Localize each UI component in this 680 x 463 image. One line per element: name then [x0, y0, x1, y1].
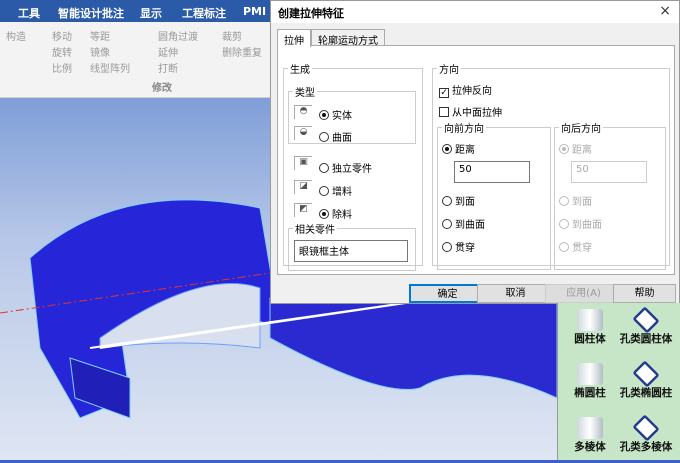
trim-button[interactable]: 裁剪	[222, 28, 242, 43]
modify-group-label: 修改	[152, 83, 172, 94]
forward-legend: 向前方向	[444, 124, 484, 135]
solid-icon: ◓	[294, 105, 312, 119]
menu-annotation[interactable]: 智能设计批注	[58, 5, 124, 21]
forward-distance-input[interactable]: 50	[454, 161, 530, 183]
independent-part-radio[interactable]: 独立零件	[319, 160, 372, 175]
cylinder-icon	[577, 309, 603, 331]
direction-legend: 方向	[439, 65, 459, 76]
surface-radio[interactable]: 曲面	[319, 129, 352, 144]
menu-engineering[interactable]: 工程标注	[182, 5, 226, 21]
forward-through-radio[interactable]: 贯穿	[442, 239, 475, 254]
related-part-group: 相关零件 眼镜框主体	[288, 221, 416, 271]
primitive-panel: 圆柱体 孔类圆柱体 椭圆柱 孔类椭圆柱 多棱体 孔类多棱体	[557, 303, 680, 460]
hole-cylinder-label: 孔类圆柱体	[619, 333, 673, 345]
add-material-icon: ◪	[294, 180, 312, 194]
solid-radio[interactable]: 实体	[319, 107, 352, 122]
backward-to-surface-radio[interactable]: 到曲面	[559, 216, 602, 231]
remove-material-radio[interactable]: 除料	[319, 206, 352, 221]
construct-button[interactable]: 构造	[6, 28, 26, 43]
backward-distance-input[interactable]: 50	[571, 161, 647, 183]
solid-label: 实体	[332, 111, 352, 122]
break-button[interactable]: 打断	[158, 60, 178, 75]
forward-to-surface-label: 到曲面	[455, 220, 485, 231]
reverse-label: 拉伸反向	[452, 86, 492, 97]
remove-material-icon: ◩	[294, 203, 312, 217]
prism-item[interactable]: 多棱体	[562, 417, 618, 454]
extrude-feature-dialog: 创建拉伸特征 × 拉伸 轮廓运动方式 生成 类型 ◓ 实体 ◒ 曲面 ▣ 独立零件…	[270, 0, 680, 304]
backward-legend: 向后方向	[561, 124, 601, 135]
dialog-title-text: 创建拉伸特征	[278, 7, 344, 20]
backward-distance-radio[interactable]: 距离	[559, 141, 592, 156]
reverse-checkbox[interactable]: ✓ 拉伸反向	[439, 82, 492, 98]
hole-elliptic-icon	[632, 360, 660, 388]
scale-button[interactable]: 比例	[52, 60, 72, 75]
add-material-radio[interactable]: 增料	[319, 183, 352, 198]
mid-label: 从中面拉伸	[452, 108, 502, 119]
forward-distance-radio[interactable]: 距离	[442, 141, 475, 156]
rotate-button[interactable]: 旋转	[52, 44, 72, 59]
extrude-tab-panel: 生成 类型 ◓ 实体 ◒ 曲面 ▣ 独立零件 ◪ 增料 ◩ 除料 相关零件 眼镜…	[277, 45, 675, 275]
type-legend: 类型	[295, 88, 315, 99]
add-label: 增料	[332, 187, 352, 198]
hole-prism-item[interactable]: 孔类多棱体	[618, 414, 674, 454]
generate-legend: 生成	[290, 65, 310, 76]
menu-display[interactable]: 显示	[140, 5, 162, 21]
surface-icon: ◒	[294, 126, 312, 140]
elliptic-cylinder-label: 椭圆柱	[574, 387, 606, 399]
forward-to-face-radio[interactable]: 到面	[442, 193, 475, 208]
hole-elliptic-item[interactable]: 孔类椭圆柱	[618, 360, 674, 400]
backward-to-surface-label: 到曲面	[572, 220, 602, 231]
delete-duplicate-button[interactable]: 删除重复	[222, 44, 262, 59]
help-button[interactable]: 帮助	[613, 284, 676, 303]
hole-elliptic-label: 孔类椭圆柱	[619, 387, 673, 399]
surface-label: 曲面	[332, 133, 352, 144]
related-part-input[interactable]: 眼镜框主体	[294, 240, 408, 262]
backward-through-radio[interactable]: 贯穿	[559, 239, 592, 254]
remove-label: 除料	[332, 210, 352, 221]
backward-group: 向后方向 距离 50 到面 到曲面 贯穿	[554, 120, 666, 270]
backward-to-face-radio[interactable]: 到面	[559, 193, 592, 208]
generate-group: 生成 类型 ◓ 实体 ◒ 曲面 ▣ 独立零件 ◪ 增料 ◩ 除料 相关零件 眼镜…	[283, 61, 423, 271]
cylinder-label: 圆柱体	[574, 333, 606, 345]
related-legend: 相关零件	[295, 225, 335, 236]
direction-group: 方向 ✓ 拉伸反向 从中面拉伸 向前方向 距离 50 到面 到曲面 贯穿 向后方向…	[432, 61, 670, 270]
ok-button[interactable]: 确定	[409, 284, 486, 303]
cylinder-item[interactable]: 圆柱体	[562, 309, 618, 346]
menu-tools[interactable]: 工具	[18, 5, 40, 21]
forward-group: 向前方向 距离 50 到面 到曲面 贯穿	[437, 120, 551, 270]
elliptic-cylinder-icon	[577, 363, 603, 385]
prism-label: 多棱体	[574, 441, 606, 453]
dialog-title: 创建拉伸特征 ×	[271, 1, 679, 23]
backward-to-face-label: 到面	[572, 197, 592, 208]
forward-to-surface-radio[interactable]: 到曲面	[442, 216, 485, 231]
hole-prism-label: 孔类多棱体	[619, 441, 673, 453]
backward-through-label: 贯穿	[572, 243, 592, 254]
independent-part-icon: ▣	[294, 156, 312, 170]
hole-cylinder-item[interactable]: 孔类圆柱体	[618, 306, 674, 346]
fillet-button[interactable]: 圆角过渡	[158, 28, 198, 43]
tab-extrude[interactable]: 拉伸	[277, 29, 311, 47]
apply-button[interactable]: 应用(A)	[545, 284, 622, 303]
type-group: 类型 ◓ 实体 ◒ 曲面	[288, 84, 416, 144]
linear-array-button[interactable]: 线型阵列	[90, 60, 130, 75]
offset-button[interactable]: 等距	[90, 28, 110, 43]
forward-through-label: 贯穿	[455, 243, 475, 254]
forward-distance-label: 距离	[455, 145, 475, 156]
hole-prism-icon	[632, 414, 660, 442]
cancel-button[interactable]: 取消	[477, 284, 554, 303]
forward-to-face-label: 到面	[455, 197, 475, 208]
close-icon[interactable]: ×	[659, 3, 671, 19]
independent-label: 独立零件	[332, 164, 372, 175]
move-button[interactable]: 移动	[52, 28, 72, 43]
backward-distance-label: 距离	[572, 145, 592, 156]
tab-profile-motion[interactable]: 轮廓运动方式	[311, 29, 385, 47]
prism-icon	[577, 417, 603, 439]
mid-plane-checkbox[interactable]: 从中面拉伸	[439, 104, 502, 119]
extend-button[interactable]: 延伸	[158, 44, 178, 59]
menu-pmi[interactable]: PMI	[243, 5, 266, 18]
elliptic-cylinder-item[interactable]: 椭圆柱	[562, 363, 618, 400]
mirror-button[interactable]: 镜像	[90, 44, 110, 59]
hole-cylinder-icon	[632, 306, 660, 334]
